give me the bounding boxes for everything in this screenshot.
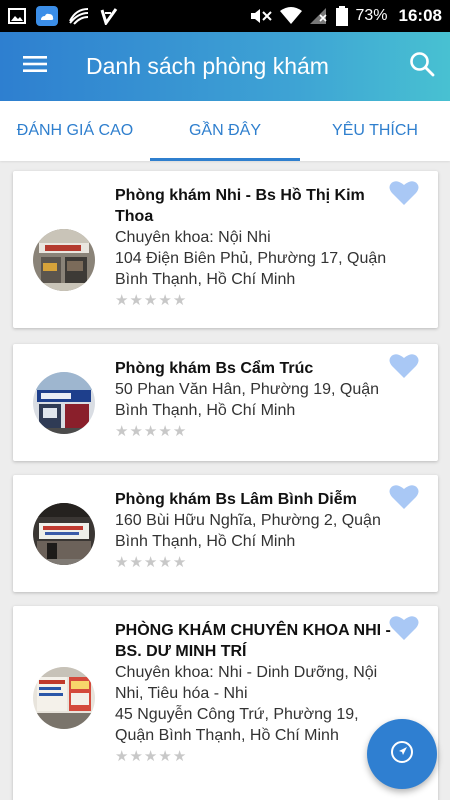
star-icon: ★ <box>129 292 143 309</box>
clock: 16:08 <box>398 6 442 25</box>
tab-favorites[interactable]: YÊU THÍCH <box>300 101 450 161</box>
clinic-card[interactable]: Phòng khám Bs Lâm Bình Diễm 160 Bùi Hữu … <box>13 475 438 592</box>
tab-bar: ĐÁNH GIÁ CAO GẦN ĐÂY YÊU THÍCH <box>0 101 450 161</box>
star-icon: ★ <box>158 554 172 571</box>
battery-percent: 73% <box>355 7 388 24</box>
navigate-fab[interactable] <box>367 719 437 789</box>
search-button[interactable] <box>402 46 442 86</box>
star-icon: ★ <box>172 554 187 571</box>
clinic-address: 104 Điện Biên Phủ, Phường 17, Quận Bình … <box>115 250 387 288</box>
star-icon: ★ <box>172 423 187 440</box>
clinic-card[interactable]: Phòng khám Bs Cẩm Trúc 50 Phan Văn Hân, … <box>13 344 438 461</box>
signal-icon <box>309 7 329 25</box>
star-icon: ★ <box>129 423 143 440</box>
search-icon <box>409 51 435 82</box>
star-icon: ★ <box>143 292 158 309</box>
check-icon <box>100 7 118 25</box>
rating-stars: ★ ★ ★ ★ ★ <box>115 293 396 309</box>
clinic-specialty: Chuyên khoa: Nội Nhi <box>115 229 271 246</box>
star-icon: ★ <box>158 423 172 440</box>
weather-icon <box>36 6 58 26</box>
heart-icon <box>389 180 419 211</box>
favorite-button[interactable] <box>388 484 420 515</box>
star-icon: ★ <box>158 748 172 765</box>
star-icon: ★ <box>115 748 129 765</box>
heart-icon <box>389 353 419 384</box>
star-icon: ★ <box>115 554 129 571</box>
clinic-photo <box>33 372 95 434</box>
star-icon: ★ <box>115 292 129 309</box>
favorite-button[interactable] <box>388 615 420 646</box>
navigation-arrow-icon <box>390 740 414 769</box>
tab-nearby[interactable]: GẦN ĐÂY <box>150 101 300 161</box>
swipe-icon <box>68 7 90 25</box>
clinic-name: PHÒNG KHÁM CHUYÊN KHOA NHI - BS. DƯ MINH… <box>115 622 391 660</box>
battery-icon <box>336 6 349 26</box>
rating-stars: ★ ★ ★ ★ ★ <box>115 749 396 765</box>
tab-top-rated[interactable]: ĐÁNH GIÁ CAO <box>0 101 150 161</box>
wifi-icon <box>280 7 303 25</box>
page-title: Danh sách phòng khám <box>86 53 329 79</box>
menu-button[interactable] <box>0 32 70 101</box>
clinic-photo <box>33 229 95 291</box>
clinic-address: 45 Nguyễn Công Trứ, Phường 19, Quận Bình… <box>115 706 359 744</box>
star-icon: ★ <box>115 423 129 440</box>
star-icon: ★ <box>129 748 143 765</box>
status-bar: 73% 16:08 <box>0 0 450 32</box>
clinic-address: 50 Phan Văn Hân, Phường 19, Quận Bình Th… <box>115 381 380 419</box>
mute-icon <box>249 7 273 25</box>
clinic-photo <box>33 667 95 729</box>
clinic-name: Phòng khám Nhi - Bs Hồ Thị Kim Thoa <box>115 187 365 225</box>
heart-icon <box>389 484 419 515</box>
star-icon: ★ <box>129 554 143 571</box>
favorite-button[interactable] <box>388 180 420 211</box>
star-icon: ★ <box>143 748 158 765</box>
rating-stars: ★ ★ ★ ★ ★ <box>115 424 396 440</box>
star-icon: ★ <box>172 748 187 765</box>
star-icon: ★ <box>143 423 158 440</box>
clinic-specialty: Chuyên khoa: Nhi - Dinh Dưỡng, Nội Nhi, … <box>115 664 378 702</box>
gallery-icon <box>8 8 26 24</box>
star-icon: ★ <box>172 292 187 309</box>
heart-icon <box>389 615 419 646</box>
star-icon: ★ <box>143 554 158 571</box>
clinic-name: Phòng khám Bs Lâm Bình Diễm <box>115 491 357 508</box>
star-icon: ★ <box>158 292 172 309</box>
hamburger-menu-icon <box>23 55 47 78</box>
clinic-name: Phòng khám Bs Cẩm Trúc <box>115 360 314 377</box>
clinic-address: 160 Bùi Hữu Nghĩa, Phường 2, Quận Bình T… <box>115 512 381 550</box>
favorite-button[interactable] <box>388 353 420 384</box>
clinic-card[interactable]: Phòng khám Nhi - Bs Hồ Thị Kim Thoa Chuy… <box>13 171 438 328</box>
rating-stars: ★ ★ ★ ★ ★ <box>115 555 396 571</box>
app-bar: Danh sách phòng khám <box>0 32 450 101</box>
clinic-photo <box>33 503 95 565</box>
